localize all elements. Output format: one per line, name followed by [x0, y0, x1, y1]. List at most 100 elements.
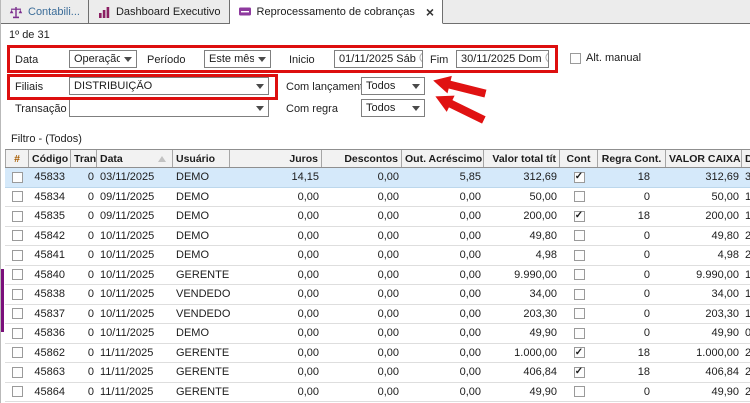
column-header-codigo[interactable]: Código [29, 150, 71, 167]
row-select-checkbox[interactable] [12, 172, 23, 183]
cell-juros: 0,00 [230, 383, 322, 402]
cell-descontos: 0,00 [322, 305, 402, 324]
cell-data: 11/11/2025 [97, 383, 173, 402]
column-header-sel[interactable]: # [5, 150, 29, 167]
column-header-trans[interactable]: Trans [71, 150, 97, 167]
filiais-select[interactable]: DISTRIBUIÇÃO [69, 77, 269, 95]
table-row[interactable]: 45840010/11/2025GERENTE0,000,000,009.990… [5, 266, 750, 286]
cell-valor_total: 1.000,00 [484, 344, 560, 363]
transacao-select[interactable] [69, 99, 269, 117]
cell-out_acrescimo: 0,00 [402, 266, 484, 285]
cont-checkbox[interactable] [574, 269, 585, 280]
close-tab-icon[interactable]: × [426, 5, 434, 19]
cont-checkbox[interactable] [574, 328, 585, 339]
row-select-checkbox[interactable] [12, 347, 23, 358]
cell-trans: 0 [71, 207, 97, 226]
alt-manual-checkbox-row: Alt. manual [570, 52, 641, 64]
table-row[interactable]: 45862011/11/2025GERENTE0,000,000,001.000… [5, 344, 750, 364]
table-row[interactable]: 45864011/11/2025GERENTE0,000,000,0049,90… [5, 383, 750, 403]
cell-valor_caixa: 34,00 [666, 285, 742, 304]
cell-cont: ✓ [560, 207, 598, 226]
cell-descontos: 0,00 [322, 324, 402, 343]
cont-checkbox[interactable] [574, 289, 585, 300]
column-header-cont[interactable]: Cont [560, 150, 598, 167]
row-select-checkbox[interactable] [12, 308, 23, 319]
row-select-checkbox[interactable] [12, 367, 23, 378]
data-select[interactable]: Operação [69, 50, 137, 68]
row-select-checkbox[interactable] [12, 269, 23, 280]
table-row[interactable]: 45835009/11/2025DEMO0,000,000,00200,00✓1… [5, 207, 750, 227]
tab-contabilidade[interactable]: Contabili... [1, 0, 89, 24]
cell-sel [5, 188, 29, 207]
cont-checkbox[interactable] [574, 230, 585, 241]
table-row[interactable]: 45836010/11/2025DEMO0,000,000,0049,90049… [5, 324, 750, 344]
cell-trans: 0 [71, 188, 97, 207]
clock-icon[interactable] [545, 52, 549, 66]
cont-checkbox[interactable] [574, 250, 585, 261]
chevron-down-icon [412, 106, 420, 111]
row-select-checkbox[interactable] [12, 250, 23, 261]
cell-cut: 3 [742, 168, 750, 187]
column-header-valor_total[interactable]: Valor total tít [484, 150, 560, 167]
chevron-down-icon [124, 57, 132, 62]
cont-checkbox[interactable] [574, 191, 585, 202]
column-header-valor_caixa[interactable]: VALOR CAIXA [666, 150, 742, 167]
row-select-checkbox[interactable] [12, 289, 23, 300]
column-header-out_acrescimo[interactable]: Out. Acréscimo [402, 150, 484, 167]
column-header-regra_cont[interactable]: Regra Cont. [598, 150, 666, 167]
cell-cut: 1 [742, 266, 750, 285]
table-row[interactable]: 45837010/11/2025VENDEDOR0,000,000,00203,… [5, 305, 750, 325]
cell-regra_cont: 0 [598, 227, 666, 246]
com-regra-select[interactable]: Todos [361, 99, 425, 117]
row-select-checkbox[interactable] [12, 191, 23, 202]
cont-checkbox[interactable] [574, 308, 585, 319]
table-row[interactable]: 45863011/11/2025GERENTE0,000,000,00406,8… [5, 363, 750, 383]
periodo-select[interactable]: Este mês [204, 50, 271, 68]
cell-cut: 1 [742, 285, 750, 304]
cell-valor_caixa: 49,90 [666, 324, 742, 343]
tab-reprocessamento-de-cobrancas[interactable]: Reprocessamento de cobranças × [230, 0, 444, 24]
alt-manual-checkbox[interactable] [570, 53, 581, 64]
cell-regra_cont: 0 [598, 324, 666, 343]
cont-checkbox[interactable]: ✓ [574, 211, 585, 222]
row-select-checkbox[interactable] [12, 230, 23, 241]
cell-regra_cont: 0 [598, 266, 666, 285]
clock-icon[interactable] [419, 52, 423, 66]
cont-checkbox[interactable]: ✓ [574, 367, 585, 378]
inicio-date-input[interactable]: 01/11/2025 Sáb [334, 50, 423, 68]
cell-trans: 0 [71, 324, 97, 343]
table-row[interactable]: 45838010/11/2025VENDEDOR0,000,000,0034,0… [5, 285, 750, 305]
cont-checkbox[interactable]: ✓ [574, 347, 585, 358]
cell-out_acrescimo: 0,00 [402, 188, 484, 207]
table-row[interactable]: 45841010/11/2025DEMO0,000,000,004,9804,9… [5, 246, 750, 266]
cell-sel [5, 266, 29, 285]
cont-checkbox[interactable]: ✓ [574, 172, 585, 183]
cont-checkbox[interactable] [574, 386, 585, 397]
table-row[interactable]: 45833003/11/2025DEMO14,150,005,85312,69✓… [5, 168, 750, 188]
cell-codigo: 45833 [29, 168, 71, 187]
cell-usuario: DEMO [173, 188, 230, 207]
table-row[interactable]: 45842010/11/2025DEMO0,000,000,0049,80049… [5, 227, 750, 247]
cell-data: 09/11/2025 [97, 207, 173, 226]
column-header-cut[interactable]: D [742, 150, 750, 167]
column-header-data[interactable]: Data [97, 150, 173, 167]
table-row[interactable]: 45834009/11/2025DEMO0,000,000,0050,00050… [5, 188, 750, 208]
cell-codigo: 45863 [29, 363, 71, 382]
column-header-descontos[interactable]: Descontos [322, 150, 402, 167]
fim-date-input[interactable]: 30/11/2025 Dom [456, 50, 549, 68]
cell-data: 10/11/2025 [97, 227, 173, 246]
cell-valor_caixa: 1.000,00 [666, 344, 742, 363]
row-select-checkbox[interactable] [12, 386, 23, 397]
column-header-juros[interactable]: Juros [230, 150, 322, 167]
cell-juros: 0,00 [230, 285, 322, 304]
cell-data: 10/11/2025 [97, 266, 173, 285]
bar-chart-icon [97, 6, 111, 19]
cell-descontos: 0,00 [322, 266, 402, 285]
row-select-checkbox[interactable] [12, 211, 23, 222]
cell-out_acrescimo: 0,00 [402, 246, 484, 265]
cell-codigo: 45836 [29, 324, 71, 343]
tab-dashboard-executivo[interactable]: Dashboard Executivo [89, 0, 230, 24]
column-header-usuario[interactable]: Usuário [173, 150, 230, 167]
row-select-checkbox[interactable] [12, 328, 23, 339]
com-lancamento-select[interactable]: Todos [361, 77, 425, 95]
